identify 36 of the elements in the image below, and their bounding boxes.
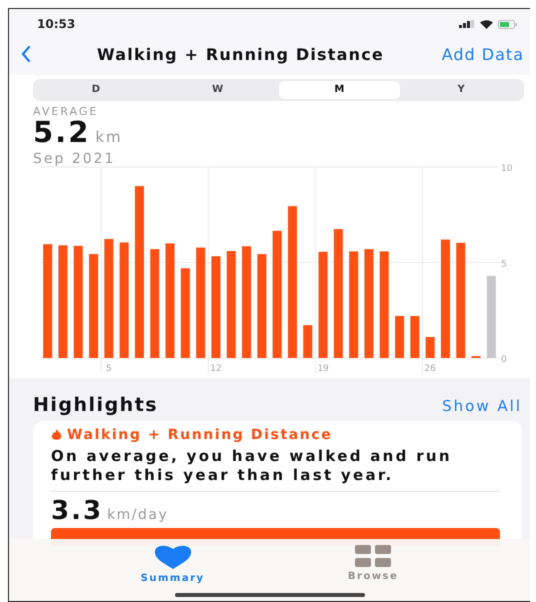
grid-icon <box>355 545 392 567</box>
signal-icon <box>459 20 475 28</box>
card-title: Walking + Running Distance <box>67 427 332 443</box>
show-all-link[interactable]: Show All <box>442 397 522 415</box>
bar <box>395 316 404 358</box>
highlight-value: 3.3 <box>51 496 104 526</box>
highlights-heading: Highlights <box>33 394 158 416</box>
bar <box>426 337 435 358</box>
average-value: 5.2 <box>33 118 90 146</box>
segment-tab[interactable]: D <box>35 81 157 99</box>
average-label: AVERAGE <box>33 105 100 118</box>
wifi-icon <box>480 20 493 28</box>
x-axis-label: 26 <box>424 364 436 374</box>
back-icon[interactable] <box>21 46 31 62</box>
x-axis-label: 12 <box>210 364 222 374</box>
battery-icon <box>498 20 518 28</box>
x-axis-label: 5 <box>106 364 112 374</box>
status-time: 10:53 <box>37 17 76 31</box>
y-axis-label: 5 <box>501 260 507 270</box>
flame-icon <box>51 429 62 441</box>
tab-item[interactable]: Summary <box>140 545 205 587</box>
segment-tab[interactable]: Y <box>400 81 522 99</box>
add-data-link[interactable]: Add Data <box>442 44 524 64</box>
x-axis-label: 19 <box>317 364 329 374</box>
nav-title: Walking + Running Distance <box>97 44 385 64</box>
segment-tab[interactable]: M <box>278 81 400 99</box>
unit-label: km/day <box>107 507 168 523</box>
heart-icon <box>154 545 192 569</box>
bar <box>303 325 312 358</box>
y-axis-label: 10 <box>501 164 512 174</box>
period-label: Sep 2021 <box>33 151 116 167</box>
segment-tab[interactable]: W <box>156 81 278 99</box>
bar <box>410 316 420 358</box>
card-text: On average, you have walked and run further this year than last year. <box>51 447 453 485</box>
y-axis-label: 0 <box>501 355 507 365</box>
unit-label: km <box>95 127 123 148</box>
